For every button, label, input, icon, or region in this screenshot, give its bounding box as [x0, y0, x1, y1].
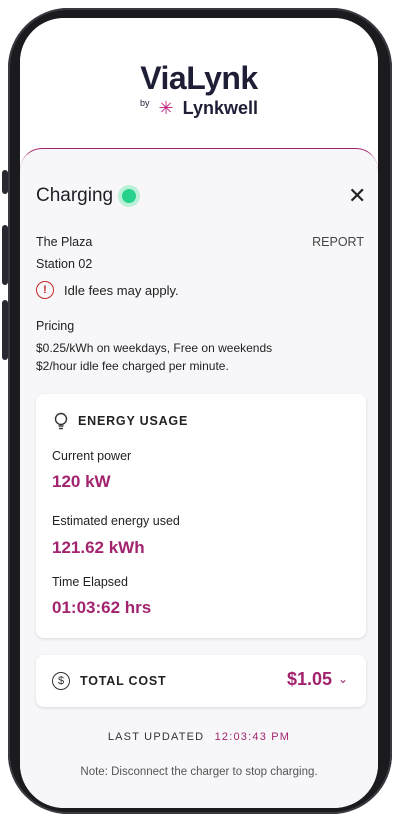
pricing-rate: $0.25/kWh on weekdays, Free on weekends	[36, 341, 273, 355]
report-link[interactable]: REPORT	[312, 235, 364, 249]
lightbulb-icon	[54, 412, 68, 430]
page-title: Charging	[36, 185, 114, 206]
pricing-idle-fee: $2/hour idle fee charged per minute.	[36, 359, 229, 373]
location-name: The Plaza	[36, 235, 93, 249]
lynkwell-star-icon: ✳	[158, 98, 174, 118]
phone-side-button	[2, 300, 8, 360]
energy-usage-card: ENERGY USAGE Current power 120 kW Estima…	[36, 394, 366, 638]
chevron-down-icon[interactable]: ⌄	[338, 672, 348, 686]
time-elapsed-label: Time Elapsed	[52, 575, 128, 589]
idle-fee-warning: ! Idle fees may apply.	[36, 281, 179, 299]
warning-text: Idle fees may apply.	[64, 282, 179, 298]
charging-status-dot-icon	[122, 189, 136, 203]
phone-side-button	[2, 170, 8, 194]
last-updated-time: 12:03:43 PM	[214, 731, 291, 743]
dollar-circle-icon: $	[52, 672, 70, 690]
brand-sub-logo: by ✳ Lynkwell	[20, 98, 378, 119]
total-cost-label: TOTAL COST	[80, 674, 167, 688]
energy-used-label: Estimated energy used	[52, 514, 180, 528]
phone-side-button	[2, 225, 8, 285]
total-cost-value: $1.05	[286, 669, 332, 689]
disconnect-note: Note: Disconnect the charger to stop cha…	[80, 766, 318, 778]
app-screen: ViaLynk by ✳ Lynkwell Charging ✕ The Pla…	[20, 18, 378, 808]
brand-by-text: by	[140, 98, 150, 108]
app-header: ViaLynk by ✳ Lynkwell	[20, 18, 378, 148]
brand-sub-name: Lynkwell	[182, 98, 258, 118]
energy-used-value: 121.62 kWh	[52, 538, 145, 557]
last-updated-label: LAST UPDATED	[107, 731, 205, 743]
pricing-label: Pricing	[36, 319, 75, 333]
energy-usage-title: ENERGY USAGE	[78, 414, 189, 428]
station-name: Station 02	[36, 257, 93, 271]
brand-logo: ViaLynk	[140, 60, 258, 96]
current-power-value: 120 kW	[52, 472, 111, 491]
current-power-label: Current power	[52, 449, 132, 463]
charging-sheet: Charging ✕ The Plaza Station 02 REPORT !…	[20, 148, 378, 808]
total-cost-card[interactable]: $ TOTAL COST $1.05 ⌄	[36, 655, 366, 707]
alert-circle-icon: !	[36, 281, 54, 299]
close-icon[interactable]: ✕	[348, 183, 366, 209]
energy-usage-heading: ENERGY USAGE	[52, 412, 188, 430]
last-updated: LAST UPDATED 12:03:43 PM	[20, 731, 378, 743]
time-elapsed-value: 01:03:62 hrs	[52, 598, 152, 617]
